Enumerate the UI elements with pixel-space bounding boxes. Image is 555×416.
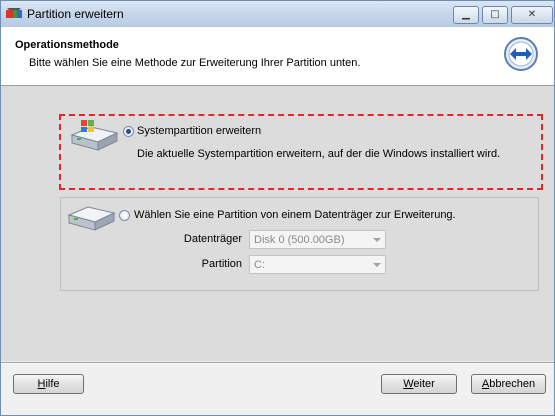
next-accelerator: W xyxy=(403,378,414,390)
expand-arrows-icon xyxy=(504,37,538,71)
minimize-icon: ▁ xyxy=(462,9,470,20)
windows-system-drive-icon xyxy=(70,120,119,151)
system-partition-description: Die aktuelle Systempartition erweitern, … xyxy=(137,148,501,160)
radio-selected-dot xyxy=(126,129,131,134)
disk-select[interactable]: Disk 0 (500.00GB) xyxy=(249,230,386,249)
chevron-down-icon xyxy=(373,238,381,242)
header-title: Operationsmethode xyxy=(15,39,119,51)
window-title: Partition erweitern xyxy=(27,7,124,21)
partition-select[interactable]: C: xyxy=(249,255,386,274)
hard-drive-icon xyxy=(67,206,116,231)
chevron-down-icon xyxy=(373,263,381,267)
footer-divider-highlight xyxy=(1,363,554,364)
help-label-rest: ilfe xyxy=(45,378,60,390)
system-partition-radio[interactable] xyxy=(123,126,134,137)
data-disk-option-label[interactable]: Wählen Sie eine Partition von einem Date… xyxy=(134,209,456,221)
help-button[interactable]: Hilfe xyxy=(13,374,84,394)
options-area: Systempartition erweitern Die aktuelle S… xyxy=(1,86,554,361)
cancel-label-rest: bbrechen xyxy=(489,378,536,390)
partition-app-icon xyxy=(6,8,22,18)
cancel-button[interactable]: Abbrechen xyxy=(471,374,546,394)
close-icon: ✕ xyxy=(527,9,537,20)
disk-select-value: Disk 0 (500.00GB) xyxy=(254,234,345,246)
minimize-button[interactable]: ▁ xyxy=(453,6,479,24)
close-button[interactable]: ✕ xyxy=(511,6,553,24)
next-label-rest: eiter xyxy=(413,378,435,390)
dialog-window: Partition erweitern ▁ □ ✕ Operationsmeth… xyxy=(0,0,555,416)
partition-select-value: C: xyxy=(254,259,265,271)
system-partition-label[interactable]: Systempartition erweitern xyxy=(137,125,261,137)
dialog-header: Operationsmethode Bitte wählen Sie eine … xyxy=(1,27,554,86)
data-disk-option-group: Wählen Sie eine Partition von einem Date… xyxy=(60,197,539,291)
next-button[interactable]: Weiter xyxy=(381,374,457,394)
title-bar[interactable]: Partition erweitern ▁ □ ✕ xyxy=(1,1,554,27)
maximize-button[interactable]: □ xyxy=(482,6,508,24)
disk-field-label: Datenträger xyxy=(183,233,242,245)
partition-field-label: Partition xyxy=(201,258,242,270)
maximize-icon: □ xyxy=(490,9,500,20)
header-subtitle: Bitte wählen Sie eine Methode zur Erweit… xyxy=(29,57,361,69)
data-disk-radio[interactable] xyxy=(119,210,130,221)
system-partition-option[interactable]: Systempartition erweitern Die aktuelle S… xyxy=(59,114,543,190)
